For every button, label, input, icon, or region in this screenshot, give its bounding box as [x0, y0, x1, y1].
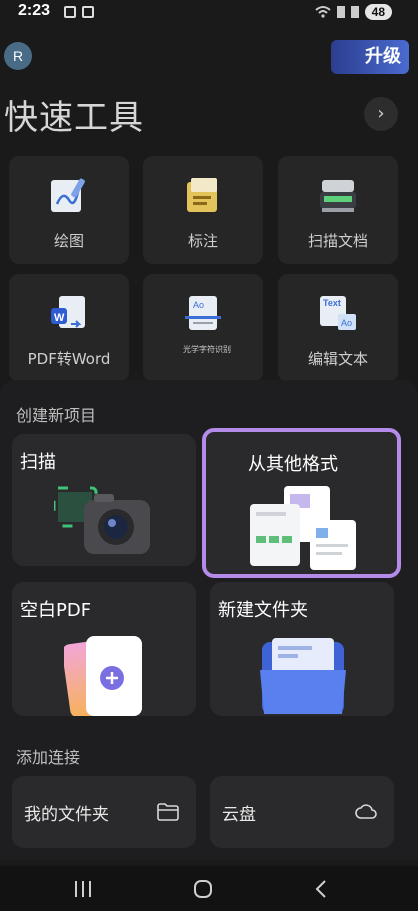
upgrade-button[interactable]: 升级: [331, 40, 409, 74]
tool-label: 标注: [187, 232, 218, 250]
svg-text:W: W: [54, 312, 65, 324]
chevron-right-icon[interactable]: ›: [364, 97, 398, 131]
ocr-icon: Ao: [185, 296, 221, 330]
tool-label: 绘图: [53, 232, 84, 250]
back-icon[interactable]: [307, 874, 337, 904]
svg-text:Text: Text: [323, 298, 341, 308]
pdf-to-word-icon: W: [51, 296, 85, 328]
link-label: 我的文件夹: [24, 805, 109, 825]
create-label: 空白PDF: [20, 600, 92, 621]
page-title: 快速工具: [4, 98, 144, 138]
folder-outline-icon: [157, 803, 179, 821]
svg-text:Ao: Ao: [341, 318, 352, 328]
link-cloud-drive[interactable]: 云盘: [210, 776, 394, 848]
signal-icon: [336, 6, 345, 18]
section-title-create: 创建新项目: [16, 406, 97, 425]
recent-apps-icon[interactable]: [68, 874, 98, 904]
create-label: 从其他格式: [248, 454, 338, 475]
wifi-icon: [314, 6, 331, 18]
camera-icon: [54, 486, 150, 554]
system-icons: 48: [314, 4, 392, 20]
svg-text:Ao: Ao: [193, 300, 204, 310]
avatar[interactable]: R: [4, 42, 32, 70]
folder-icon: [260, 638, 346, 714]
tool-label: 扫描文档: [307, 232, 368, 250]
tool-pdf-to-word[interactable]: W PDF转Word: [9, 274, 129, 382]
link-my-folder[interactable]: 我的文件夹: [12, 776, 196, 848]
tool-scan-document[interactable]: 扫描文档: [278, 156, 398, 264]
notification-icons: [64, 6, 94, 18]
create-scan[interactable]: 扫描: [12, 434, 196, 566]
tool-label: 编辑文本: [307, 350, 368, 368]
tool-annotation[interactable]: 标注: [143, 156, 263, 264]
battery-indicator: 48: [364, 4, 392, 20]
link-label: 云盘: [222, 805, 256, 825]
tool-ocr[interactable]: Ao 光学字符识别: [143, 274, 263, 382]
annotation-icon: [187, 178, 217, 212]
tool-label: 光学字符识别: [183, 345, 231, 354]
scanner-icon: [320, 180, 356, 212]
create-label: 扫描: [20, 452, 56, 473]
create-blank-pdf[interactable]: 空白PDF: [12, 582, 196, 716]
tool-edit-text[interactable]: Text Ao 编辑文本: [278, 274, 398, 382]
blank-pdf-icon: [64, 636, 142, 716]
system-nav-bar: [0, 866, 418, 911]
tool-drawing[interactable]: 绘图: [9, 156, 129, 264]
home-icon[interactable]: [188, 874, 218, 904]
section-title-connection: 添加连接: [16, 748, 81, 767]
status-time: 2:23: [18, 2, 51, 19]
tool-label: PDF转Word: [27, 350, 111, 368]
drawing-icon: [51, 178, 85, 212]
documents-icon: [250, 486, 356, 570]
create-from-other-format[interactable]: 从其他格式: [202, 428, 401, 578]
screenshot-icon: [64, 6, 76, 18]
edit-text-icon: Text Ao: [320, 296, 356, 330]
signal-icon-2: [350, 6, 359, 18]
create-new-folder[interactable]: 新建文件夹: [210, 582, 394, 716]
cloud-icon: [355, 804, 377, 819]
status-bar: 2:23 48: [0, 0, 418, 26]
create-label: 新建文件夹: [218, 600, 308, 621]
mail-icon: [82, 6, 94, 18]
